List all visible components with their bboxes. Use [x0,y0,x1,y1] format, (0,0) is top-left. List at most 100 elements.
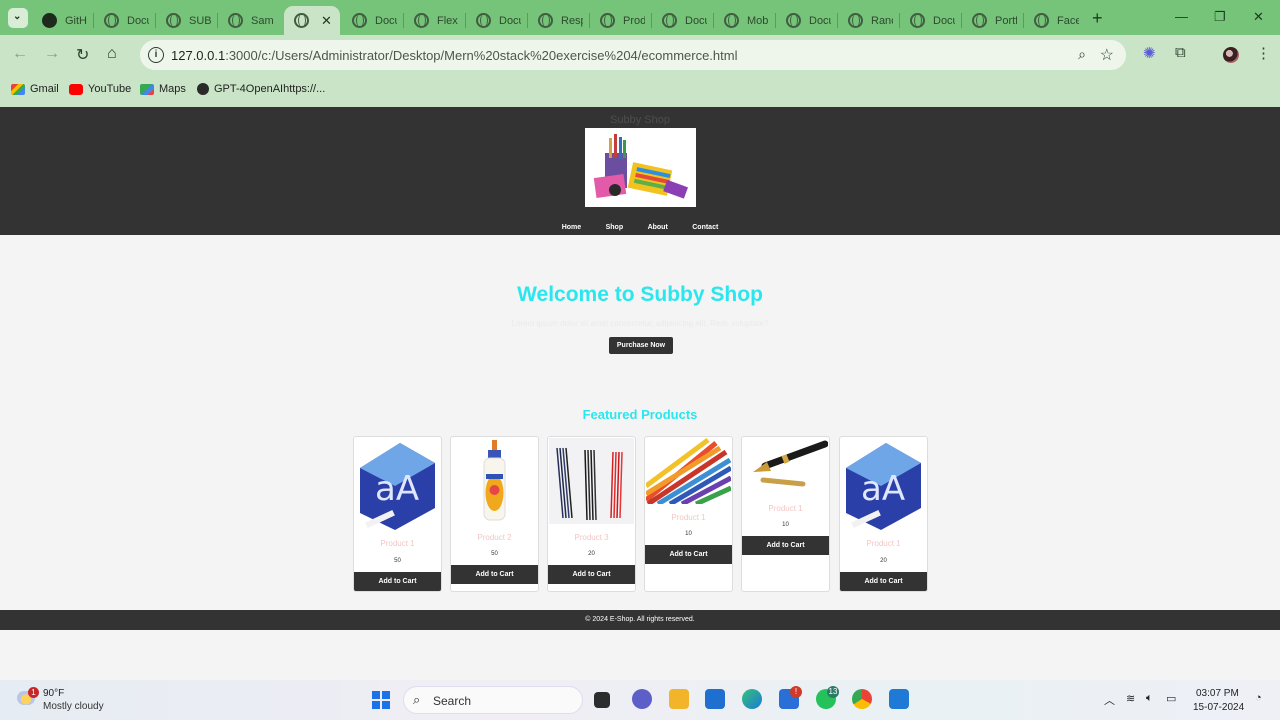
notifications-icon[interactable]: ◔ [1255,692,1262,704]
add-to-cart-button[interactable]: Add to Cart [742,536,829,555]
add-to-cart-button[interactable]: Add to Cart [451,565,538,584]
purchase-now-button[interactable]: Purchase Now [609,337,673,354]
chrome-icon[interactable] [852,689,872,709]
microsoft-store-icon[interactable] [705,689,725,709]
address-bar[interactable]: i 127.0.0.1:3000/c:/Users/Administrator/… [140,40,1126,70]
weather-badge: 1 [28,687,39,698]
tab-ranc[interactable]: Ranc [838,6,900,35]
tab-active[interactable]: ✕ [284,6,340,35]
chevron-up-icon[interactable]: ︿ [1104,692,1115,708]
colored-pencils-image [645,437,732,507]
site-title: Subby Shop [610,114,670,126]
product-card: aA Product 1 20 Add to Cart [839,436,928,592]
add-to-cart-button[interactable]: Add to Cart [645,545,732,564]
bookmark-gpt[interactable]: GPT-4OpenAIhttps://... [197,83,325,95]
back-arrow-icon[interactable]: ← [12,45,28,63]
tab-docu-3[interactable]: Docu [466,6,528,35]
vscode-icon[interactable] [889,689,909,709]
globe-icon [476,13,491,28]
nav-link-home[interactable]: Home [562,224,581,231]
tab-title: Docu [809,14,831,27]
tab-portf[interactable]: Portf [962,6,1024,35]
bookmarks-bar: Gmail YouTube Maps GPT-4OpenAIhttps://..… [0,75,1280,107]
add-to-cart-button[interactable]: Add to Cart [354,572,441,591]
more-menu-icon[interactable]: ⋮ [1256,44,1271,62]
home-icon[interactable]: ⌂ [107,45,117,63]
tab-github[interactable]: GitHub [32,6,94,35]
close-window-icon[interactable]: ✕ [1253,9,1264,25]
new-tab-button[interactable]: + [1092,8,1103,29]
globe-icon [228,13,243,28]
web-page: Subby Shop Home Shop About Contact Welco… [0,107,1280,680]
nav-link-about[interactable]: About [648,224,668,231]
reload-icon[interactable]: ↻ [76,45,89,65]
search-icon: ⌕ [413,692,421,707]
tab-docu-5[interactable]: Docu [776,6,838,35]
battery-icon[interactable]: ▭ [1166,692,1176,705]
bookmark-label: GPT-4OpenAIhttps://... [214,83,326,95]
globe-icon [848,13,863,28]
clock-time[interactable]: 03:07 PM [1196,688,1239,699]
tab-face[interactable]: Face [1024,6,1086,35]
tab-docu-1[interactable]: Docu [94,6,156,35]
wifi-icon[interactable]: ≋ [1126,692,1135,705]
windows-start-icon[interactable] [372,691,390,709]
extensions-puzzle-icon[interactable]: ⧉ [1175,44,1186,61]
maps-icon [140,83,154,95]
forward-arrow-icon[interactable]: → [44,45,60,63]
nav-link-contact[interactable]: Contact [692,224,718,231]
bookmark-maps[interactable]: Maps [140,83,186,95]
tab-title: Portf [995,14,1017,27]
add-to-cart-button[interactable]: Add to Cart [548,565,635,584]
close-icon[interactable]: ✕ [321,13,332,29]
globe-icon [1034,13,1049,28]
restore-icon[interactable]: ❐ [1214,9,1226,25]
bookmark-star-icon[interactable]: ☆ [1100,45,1114,65]
paper-ream-image: aA [355,438,440,533]
edge-icon[interactable] [742,689,762,709]
add-to-cart-button[interactable]: Add to Cart [840,572,927,591]
tab-resp[interactable]: Resp [528,6,590,35]
tab-title: Docu [685,14,707,27]
teams-chat-icon[interactable] [632,689,652,709]
file-explorer-icon[interactable] [669,689,689,709]
clock-date[interactable]: 15-07-2024 [1193,702,1244,713]
site-nav: Home Shop About Contact [0,216,1280,234]
bookmark-youtube[interactable]: YouTube [69,83,131,95]
volume-icon[interactable]: 🔈︎ [1146,692,1153,705]
paper-ream-image: aA [841,438,926,533]
bookmark-label: Gmail [30,83,59,95]
product-name: Product 3 [574,533,609,542]
tab-mob[interactable]: Mob [714,6,776,35]
tab-docu-2[interactable]: Docu [342,6,404,35]
tab-prod[interactable]: Prod [590,6,652,35]
product-name: Product 1 [380,539,415,548]
tab-title: SUBB [189,14,211,27]
tab-title: Docu [499,14,521,27]
profile-avatar[interactable] [1223,47,1239,63]
openai-icon [197,83,209,95]
tab-docu-6[interactable]: Docu [900,6,962,35]
tab-flex[interactable]: Flex [404,6,466,35]
tab-title: GitHub [65,14,87,27]
fountain-pen-image [743,438,829,496]
globe-icon [104,13,119,28]
tab-search-button[interactable]: ⌄ [8,8,28,28]
youtube-icon [69,83,83,95]
github-icon [42,13,57,28]
task-view-icon[interactable] [594,692,610,708]
tab-samp[interactable]: Samp [218,6,280,35]
tab-subb[interactable]: SUBB [156,6,218,35]
site-info-icon[interactable]: i [148,47,164,63]
zoom-icon[interactable]: ⌕ [1078,46,1086,63]
tab-docu-4[interactable]: Docu [652,6,714,35]
url-text[interactable]: 127.0.0.1:3000/c:/Users/Administrator/De… [171,48,737,63]
shop-logo-image [585,128,696,207]
nav-link-shop[interactable]: Shop [606,224,624,231]
taskbar-search[interactable]: ⌕ Search [403,686,583,714]
extension-icon[interactable]: ✺ [1143,44,1156,62]
tab-title: Samp [251,14,273,27]
bookmark-gmail[interactable]: Gmail [11,83,59,95]
minimize-icon[interactable]: — [1175,9,1188,24]
product-name: Product 1 [671,513,706,522]
